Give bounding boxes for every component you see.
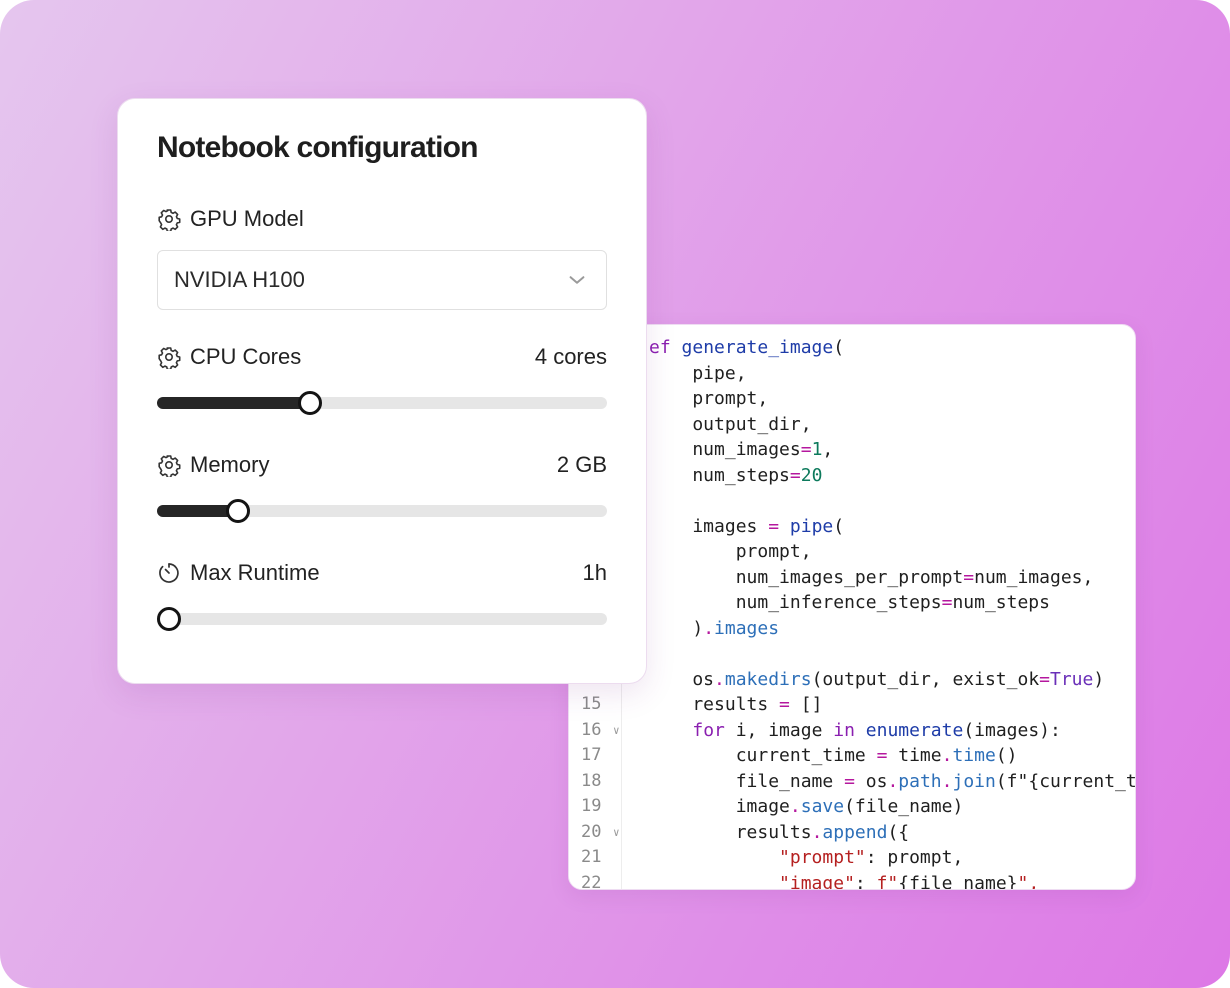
max-runtime-slider[interactable] bbox=[157, 607, 607, 631]
code-line: 18 file_name = os.path.join(f"{current_t… bbox=[569, 769, 1135, 795]
card-title: Notebook configuration bbox=[157, 131, 479, 164]
slider-fill bbox=[157, 397, 310, 409]
code-text: num_images_per_prompt=num_images, bbox=[649, 566, 1094, 588]
code-text: "prompt": prompt, bbox=[779, 847, 964, 868]
code-text: results.append({ bbox=[649, 821, 910, 843]
code-line: ).images bbox=[569, 616, 1135, 642]
line-number: 20 bbox=[581, 821, 602, 842]
code-text: current_time = time.time() bbox=[649, 745, 1018, 766]
code-text: pipe, bbox=[649, 362, 747, 384]
code-line: prompt, bbox=[569, 539, 1135, 565]
line-number: 21 bbox=[581, 847, 602, 867]
gradient-background: ef generate_image( pipe, prompt, output_… bbox=[0, 0, 1230, 988]
fold-chevron-icon[interactable]: ∨ bbox=[613, 820, 620, 846]
gpu-model-label-row: GPU Model bbox=[157, 204, 607, 234]
fold-chevron-icon[interactable]: ∨ bbox=[613, 718, 620, 744]
slider-track bbox=[157, 613, 607, 625]
slider-thumb[interactable] bbox=[157, 607, 181, 631]
code-text: file_name = os.path.join(f"{current_tim bbox=[649, 770, 1136, 792]
code-text: output_dir, bbox=[649, 413, 812, 435]
code-line: ef generate_image( bbox=[569, 335, 1135, 361]
max-runtime-label: Max Runtime bbox=[190, 560, 320, 585]
max-runtime-label-row: Max Runtime 1h bbox=[157, 558, 607, 588]
code-text: prompt, bbox=[649, 388, 769, 409]
code-text: results = [] bbox=[649, 694, 823, 715]
gpu-model-label: GPU Model bbox=[190, 206, 304, 231]
cpu-cores-label: CPU Cores bbox=[190, 344, 302, 369]
code-text: images = pipe( bbox=[649, 515, 845, 537]
code-text: ).images bbox=[649, 617, 780, 639]
code-content[interactable]: ef generate_image( pipe, prompt, output_… bbox=[569, 335, 1135, 890]
code-text: os.makedirs(output_dir, exist_ok=True) bbox=[649, 668, 1105, 690]
memory-label-row: Memory 2 GB bbox=[157, 450, 607, 480]
code-text: num_inference_steps=num_steps bbox=[649, 592, 1050, 613]
notebook-configuration-card: Notebook configuration GPU Model NVIDIA … bbox=[117, 98, 647, 684]
line-number: 18 bbox=[581, 770, 602, 791]
line-number: 17 bbox=[581, 745, 602, 765]
line-number: 15 bbox=[581, 694, 602, 714]
code-line: 21 "prompt": prompt, bbox=[569, 845, 1135, 871]
line-number: 16 bbox=[581, 719, 602, 740]
line-number: 19 bbox=[581, 796, 602, 816]
code-text: num_images=1, bbox=[649, 439, 834, 460]
code-line: output_dir, bbox=[569, 412, 1135, 438]
gear-icon bbox=[158, 209, 181, 231]
code-line: 15 results = [] bbox=[569, 692, 1135, 718]
gpu-model-select[interactable]: NVIDIA H100 bbox=[157, 250, 607, 310]
gear-icon bbox=[158, 455, 181, 477]
code-text: num_steps=20 bbox=[649, 464, 823, 486]
timer-icon bbox=[159, 563, 179, 583]
cpu-cores-label-row: CPU Cores 4 cores bbox=[157, 342, 607, 372]
code-text: image.save(file_name) bbox=[649, 796, 964, 817]
code-text: for i, image in enumerate(images): bbox=[692, 719, 1061, 741]
code-text: prompt, bbox=[649, 541, 812, 562]
code-line: prompt, bbox=[569, 386, 1135, 412]
slider-thumb[interactable] bbox=[226, 499, 250, 523]
code-line: 22 "image": f"{file_name}", bbox=[569, 871, 1135, 890]
code-line: num_steps=20 bbox=[569, 463, 1135, 489]
code-line: 17 current_time = time.time() bbox=[569, 743, 1135, 769]
code-line: 16 ∨ for i, image in enumerate(images): bbox=[569, 718, 1135, 744]
code-line: num_images=1, bbox=[569, 437, 1135, 463]
code-line: num_inference_steps=num_steps bbox=[569, 590, 1135, 616]
max-runtime-value: 1h bbox=[582, 560, 607, 585]
chevron-down-icon bbox=[569, 276, 585, 284]
code-line: 20 ∨ results.append({ bbox=[569, 820, 1135, 846]
slider-thumb[interactable] bbox=[298, 391, 322, 415]
code-editor-panel[interactable]: ef generate_image( pipe, prompt, output_… bbox=[568, 324, 1136, 890]
code-text: "image": f"{file_name}", bbox=[779, 872, 1040, 890]
cpu-cores-slider[interactable] bbox=[157, 391, 607, 415]
memory-slider[interactable] bbox=[157, 499, 607, 523]
code-line: pipe, bbox=[569, 361, 1135, 387]
code-line: num_images_per_prompt=num_images, bbox=[569, 565, 1135, 591]
code-text: ef generate_image( bbox=[649, 337, 845, 358]
code-line: images = pipe( bbox=[569, 514, 1135, 540]
gear-icon bbox=[158, 347, 181, 369]
memory-value: 2 GB bbox=[556, 452, 607, 477]
gpu-model-selected-value: NVIDIA H100 bbox=[174, 267, 305, 292]
code-line: os.makedirs(output_dir, exist_ok=True) bbox=[569, 667, 1135, 693]
code-line: 19 image.save(file_name) bbox=[569, 794, 1135, 820]
cpu-cores-value: 4 cores bbox=[534, 344, 607, 369]
memory-label: Memory bbox=[190, 452, 270, 477]
line-number: 22 bbox=[581, 872, 602, 890]
